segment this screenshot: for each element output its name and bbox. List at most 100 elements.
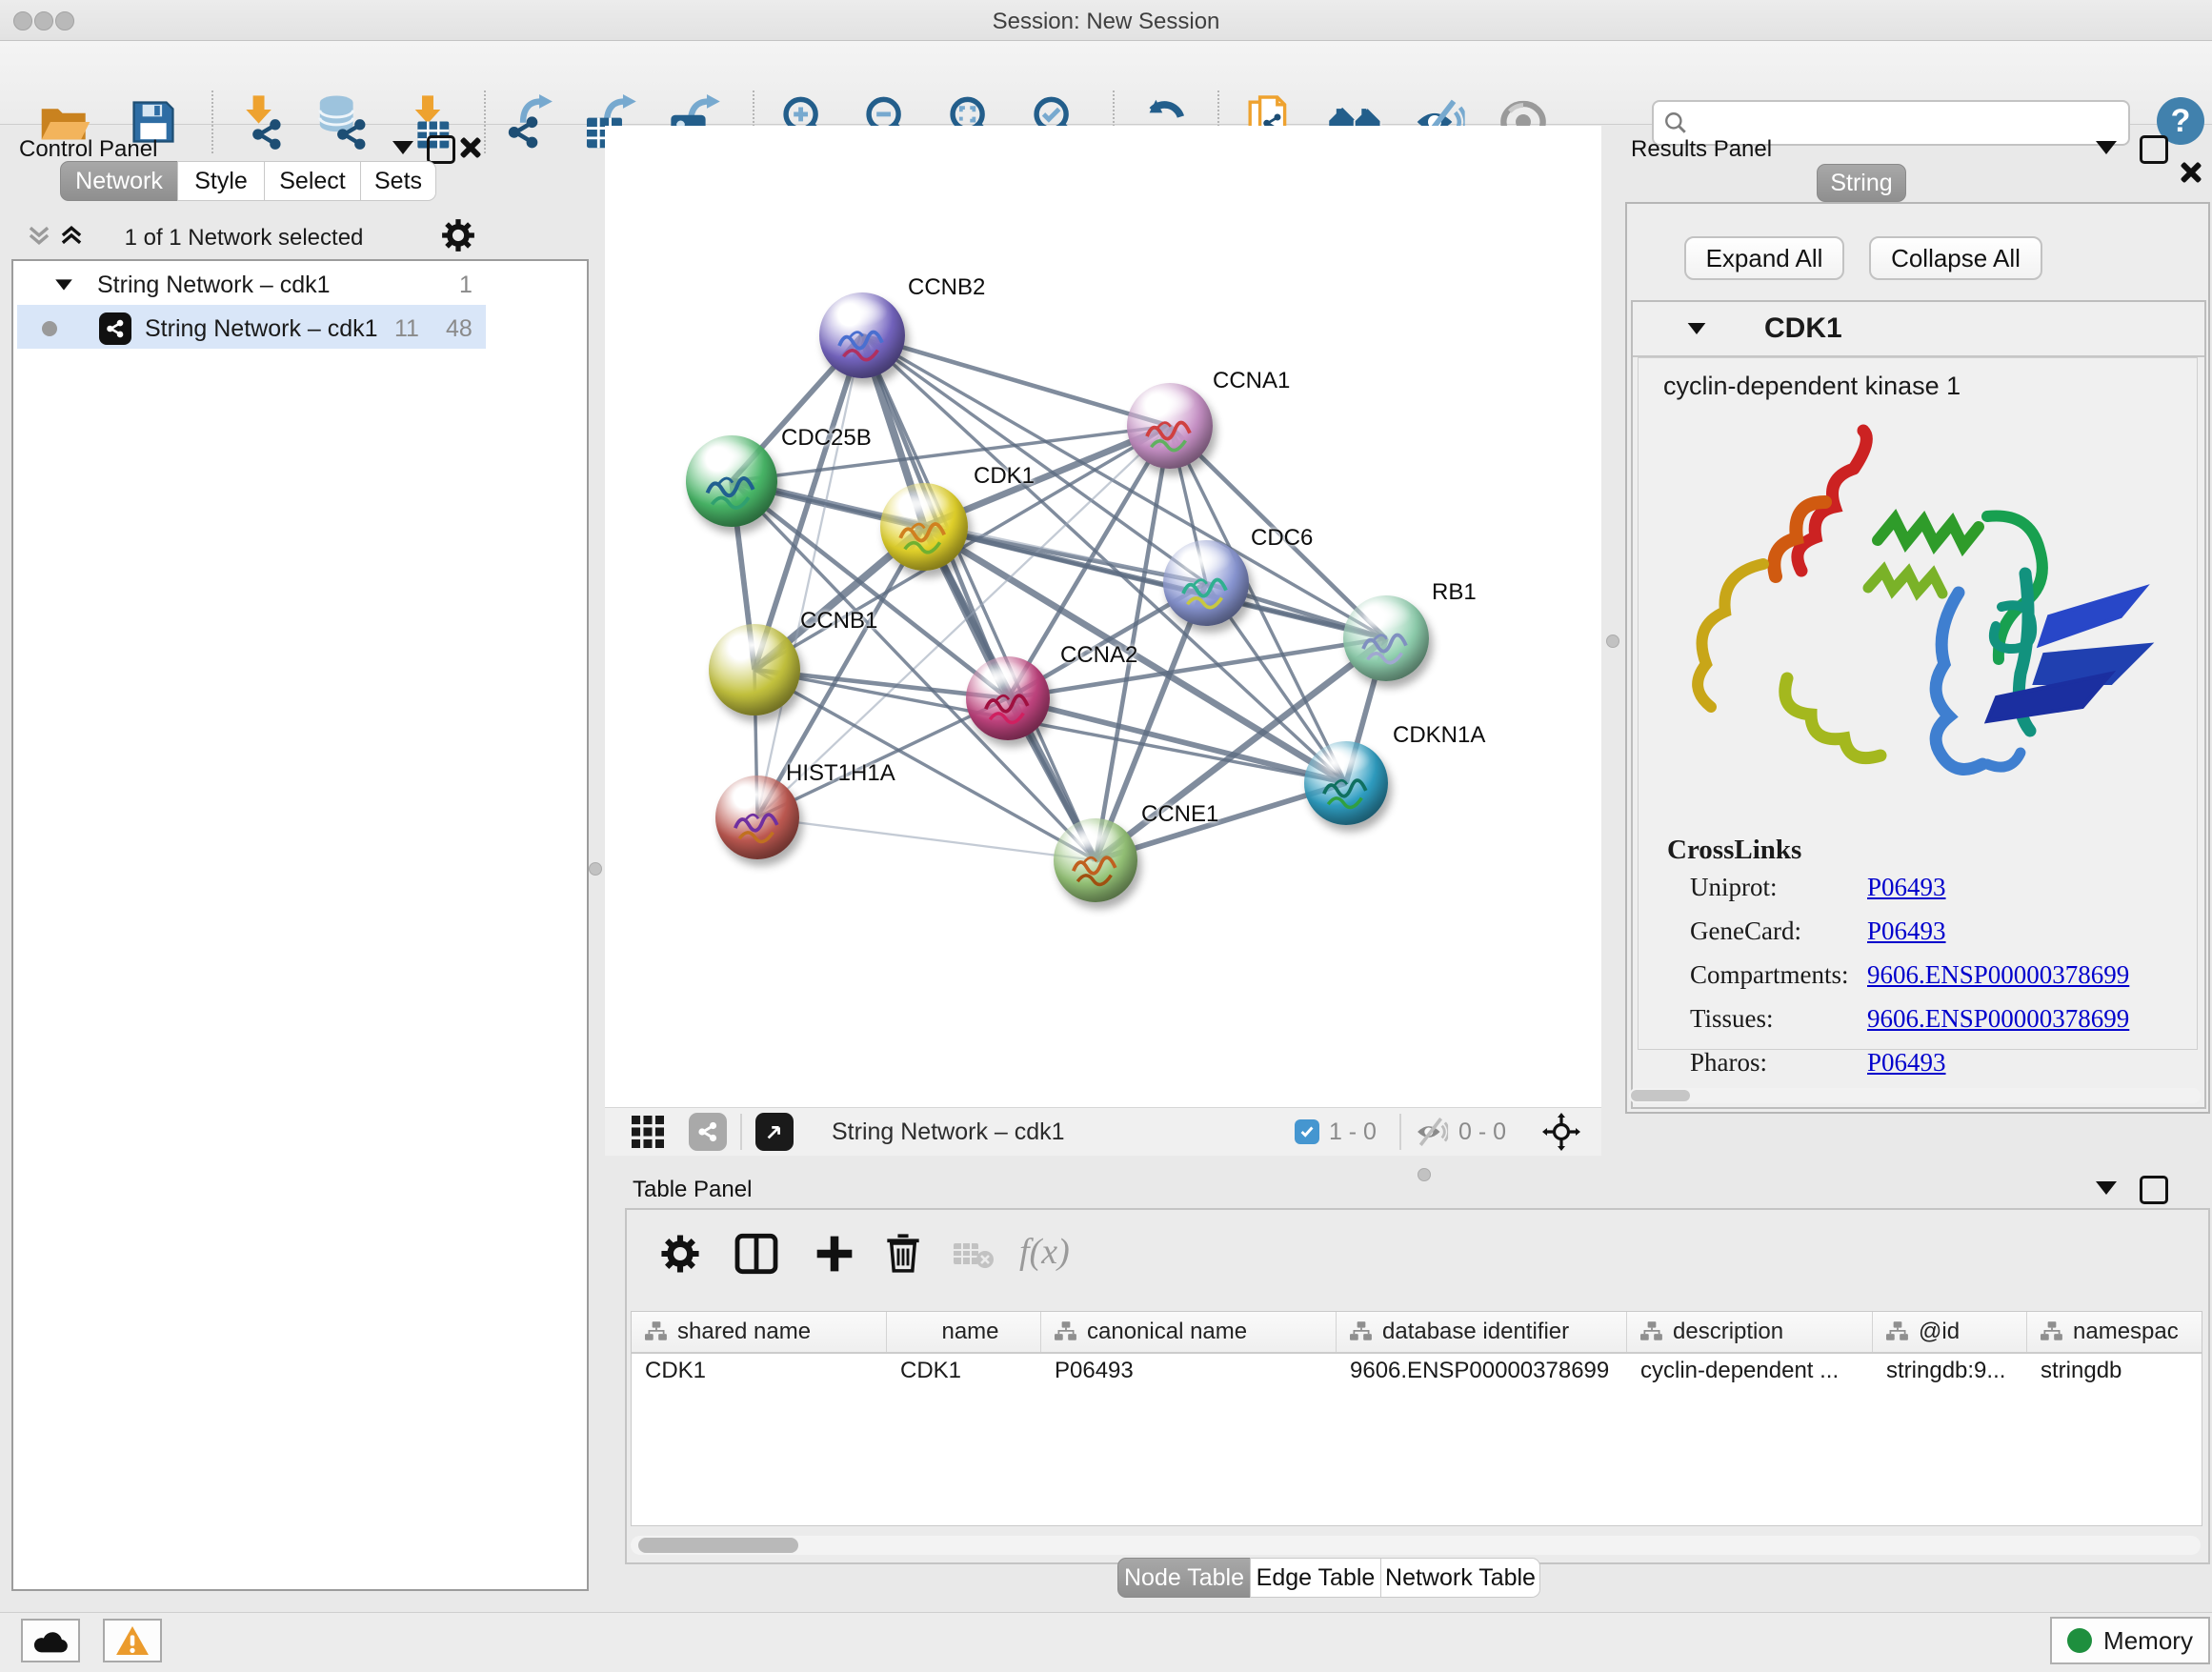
hierarchy-icon [1640,1321,1663,1342]
column-header-database-identifier[interactable]: database identifier [1337,1312,1627,1352]
selected-count-checkbox[interactable] [1295,1119,1319,1144]
hidden-count-label: 0 - 0 [1458,1118,1506,1146]
export-network-icon [502,94,557,150]
control-panel-close-button[interactable] [457,135,482,160]
network-view-toolbar: String Network – cdk1 1 - 0 0 - 0 [605,1107,1601,1156]
table-panel-undock-button[interactable] [2140,1176,2168,1204]
cell-canonical-name[interactable]: P06493 [1041,1352,1337,1390]
network-share-icon [99,312,131,345]
network-node-CCNA1[interactable] [1127,383,1213,469]
birdseye-view-button[interactable] [632,1116,664,1148]
control-panel-float-button[interactable] [392,141,413,154]
results-hscrollbar[interactable] [1629,1088,2201,1103]
cloud-icon [32,1627,69,1654]
warnings-button[interactable] [103,1619,162,1662]
protein-glyph [1065,837,1128,900]
column-header-id[interactable]: @id [1873,1312,2027,1352]
delete-column-button[interactable] [884,1231,922,1275]
column-header-shared-name[interactable]: shared name [632,1312,887,1352]
tissues-link[interactable]: 9606.ENSP00000378699 [1867,1004,2129,1034]
protein-glyph [1138,402,1203,467]
export-network-button[interactable] [500,92,559,151]
create-column-button[interactable] [814,1233,855,1275]
node-label-CCNE1: CCNE1 [1141,801,1218,828]
string-view-button[interactable] [689,1113,727,1151]
gene-description: cyclin-dependent kinase 1 [1663,372,1961,401]
network-node-RB1[interactable] [1343,595,1429,681]
network-node-CDK1[interactable] [880,483,968,571]
cloud-status-button[interactable] [21,1619,80,1662]
network-node-CCNB2[interactable] [819,292,905,378]
bottom-splitter-handle[interactable] [1418,1168,1431,1181]
table-row[interactable]: CDK1 CDK1 P06493 9606.ENSP00000378699 cy… [632,1352,2202,1390]
tab-network[interactable]: Network [60,161,178,201]
node-label-CDKN1A: CDKN1A [1393,722,1485,749]
delete-table-button[interactable] [953,1240,995,1269]
tab-string-results[interactable]: String [1817,164,1906,202]
cell-database-identifier[interactable]: 9606.ENSP00000378699 [1337,1352,1627,1390]
protein-glyph [1355,614,1419,679]
gene-expander-icon[interactable] [1688,323,1706,334]
tab-edge-table[interactable]: Edge Table [1250,1558,1381,1598]
collection-expander-icon[interactable] [55,279,72,290]
results-hscrollbar-thumb[interactable] [1631,1090,1690,1101]
hierarchy-icon [645,1321,668,1342]
fit-selected-crosshair-button[interactable] [1542,1113,1580,1151]
network-node-CDC25B[interactable] [686,435,777,527]
network-node-CDC6[interactable] [1163,540,1249,626]
results-panel-undock-button[interactable] [2140,135,2168,164]
protein-glyph [892,503,957,569]
function-builder-button[interactable]: f(x) [1019,1231,1070,1273]
results-panel-close-button[interactable] [2178,160,2202,185]
network-node-CDKN1A[interactable] [1304,741,1388,825]
control-panel-undock-button[interactable] [427,135,455,164]
column-header-canonical-name[interactable]: canonical name [1041,1312,1337,1352]
tab-node-table[interactable]: Node Table [1117,1558,1251,1598]
network-node-HIST1H1A[interactable] [715,776,799,859]
table-hscrollbar-thumb[interactable] [638,1538,798,1553]
gene-section-header[interactable]: CDK1 [1633,302,2204,357]
compartments-link[interactable]: 9606.ENSP00000378699 [1867,960,2129,990]
network-node-CCNB1[interactable] [709,624,800,715]
import-network-database-button[interactable] [312,92,372,151]
database-share-icon [314,94,370,150]
network-node-CCNE1[interactable] [1054,818,1137,902]
split-table-button[interactable] [732,1231,781,1277]
network-node-CCNA2[interactable] [966,656,1050,740]
left-splitter-handle[interactable] [589,862,602,876]
search-input[interactable] [1698,110,2128,136]
genecard-link[interactable]: P06493 [1867,917,1946,946]
cell-description[interactable]: cyclin-dependent ... [1627,1352,1873,1390]
tab-select[interactable]: Select [264,161,361,201]
pharos-link[interactable]: P06493 [1867,1048,1946,1078]
import-network-file-button[interactable] [231,92,290,151]
hierarchy-icon [2041,1321,2063,1342]
network-row[interactable]: String Network – cdk1 11 48 [13,307,587,351]
column-header-namespace[interactable]: namespac [2027,1312,2202,1352]
column-header-name[interactable]: name [887,1312,1041,1352]
network-edge-count: 48 [446,315,473,343]
table-hscrollbar[interactable] [631,1536,2201,1555]
network-collection-row[interactable]: String Network – cdk1 1 [13,263,587,307]
results-panel-float-button[interactable] [2096,141,2117,154]
table-options-gear-button[interactable] [659,1233,701,1275]
expand-all-button[interactable]: Expand All [1684,236,1844,280]
network-options-gear-button[interactable] [440,217,476,253]
uniprot-link[interactable]: P06493 [1867,873,1946,902]
column-header-description[interactable]: description [1627,1312,1873,1352]
cell-name[interactable]: CDK1 [887,1352,1041,1390]
popout-view-button[interactable] [755,1113,794,1151]
network-canvas[interactable]: CCNB2CCNA1CDC25BCDK1CDC6RB1CCNB1CCNA2CDK… [605,126,1601,1107]
cell-namespace[interactable]: stringdb [2027,1352,2202,1390]
cell-shared-name[interactable]: CDK1 [632,1352,887,1390]
tab-sets[interactable]: Sets [360,161,436,201]
memory-button[interactable]: Memory [2050,1617,2210,1664]
right-splitter-handle[interactable] [1606,635,1619,648]
table-panel-float-button[interactable] [2096,1181,2117,1195]
tab-network-table[interactable]: Network Table [1380,1558,1540,1598]
tab-style[interactable]: Style [177,161,265,201]
collection-count: 1 [459,272,473,299]
collapse-all-button[interactable]: Collapse All [1869,236,2042,280]
cell-id[interactable]: stringdb:9... [1873,1352,2027,1390]
node-label-CCNB1: CCNB1 [800,608,877,635]
